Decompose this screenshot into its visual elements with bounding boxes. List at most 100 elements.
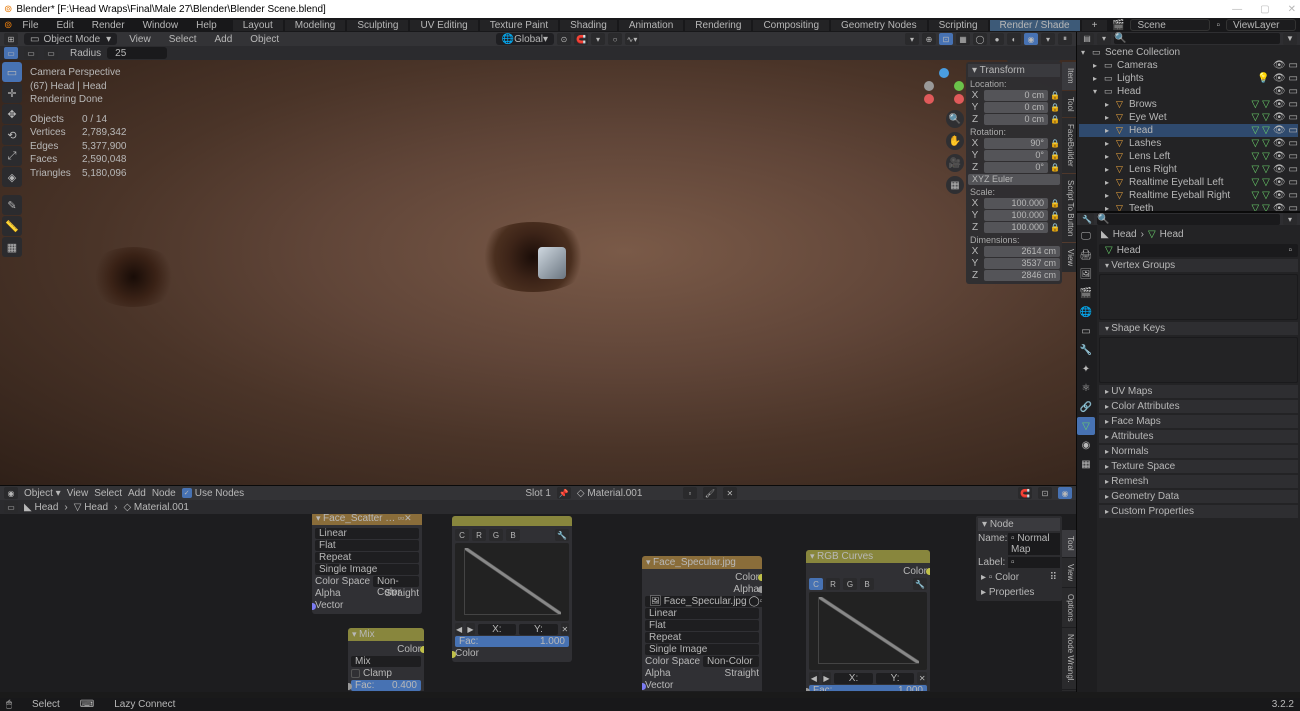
tree-item[interactable]: ▸▭Cameras👁▭ (1079, 59, 1298, 72)
ptab-world[interactable]: 🌐 (1077, 303, 1095, 321)
outliner-search[interactable]: 🔍 (1114, 33, 1280, 44)
tool-add[interactable]: ▦ (2, 237, 22, 257)
psec-normals[interactable]: Normals (1099, 445, 1298, 458)
workspace-tab[interactable]: Layout (233, 20, 283, 31)
tool-measure[interactable]: 📏 (2, 216, 22, 236)
ptab-physics[interactable]: ⚛ (1077, 379, 1095, 397)
radius-field[interactable]: 25 (107, 47, 167, 59)
workspace-tab[interactable]: Texture Paint (480, 20, 558, 31)
node-toolbar-icon[interactable]: ▭ (4, 501, 18, 513)
shading-wire-icon[interactable]: ◯ (973, 33, 987, 45)
camera-view-icon[interactable]: 🎥 (946, 154, 964, 172)
n-tab[interactable]: View (1062, 243, 1076, 272)
rotation-mode-dropdown[interactable]: XYZ Euler (968, 174, 1060, 185)
ptab-viewlayer[interactable]: 🖼 (1077, 265, 1095, 283)
node-label-field[interactable]: ▫ (1008, 557, 1060, 568)
tree-item[interactable]: ▸▽Teeth▽▽👁▭ (1079, 202, 1298, 211)
ptab-data[interactable]: ▽ (1077, 417, 1095, 435)
node-curves-small[interactable]: CRGB🔧 ◀▶X: 0.4757Y: 0.2833✕ Fac:1.000 Co… (452, 516, 572, 662)
minimize-icon[interactable]: — (1232, 4, 1242, 15)
node-menu-node[interactable]: Node (152, 488, 176, 499)
path-seg-2[interactable]: ▽ Head (74, 502, 108, 513)
workspace-tab[interactable]: Rendering (685, 20, 751, 31)
node-rgb-curves[interactable]: ▾ RGB Curves Color CRGB🔧 ◀▶X: 0.4992Y: 0… (806, 550, 930, 691)
clamp-checkbox[interactable] (351, 669, 360, 678)
pan-icon[interactable]: ✋ (946, 132, 964, 150)
snap-node-icon[interactable]: 🧲 (1018, 487, 1032, 499)
props-opt-icon[interactable]: ▾ (1283, 213, 1297, 225)
vp-menu-view[interactable]: View (123, 34, 157, 45)
workspace-tab[interactable]: Render / Shade (990, 20, 1080, 31)
node-canvas[interactable]: ▾ Face_Scatter … ▫▫✕ Linear Flat Repeat … (0, 514, 1076, 691)
workspace-tab[interactable]: Animation (619, 20, 683, 31)
workspace-tab[interactable]: Geometry Nodes (831, 20, 927, 31)
pivot-icon[interactable]: ⊙ (557, 33, 571, 45)
n-tab[interactable]: Item (1062, 62, 1076, 90)
maximize-icon[interactable]: ▢ (1260, 4, 1269, 15)
outliner-filter-icon[interactable]: ▼ (1283, 33, 1297, 45)
tool-annotate[interactable]: ✎ (2, 195, 22, 215)
3d-viewport[interactable]: Options ▾ ▭ ✛ ✥ ⟲ ⤢ ◈ ✎ 📏 ▦ Camera Persp… (0, 60, 1076, 485)
workspace-tab[interactable]: Scripting (929, 20, 988, 31)
tree-item[interactable]: ▸▽Head▽▽👁▭ (1079, 124, 1298, 137)
node-name-field[interactable]: ▫ Normal Map (1008, 533, 1060, 555)
outliner-display-icon[interactable]: ▾ (1097, 33, 1111, 45)
node-tab[interactable]: Script To Button (1062, 690, 1076, 691)
menu-edit[interactable]: Edit (49, 20, 82, 31)
psec-custom[interactable]: Custom Properties (1099, 505, 1298, 518)
tree-item[interactable]: ▸▽Brows▽▽👁▭ (1079, 98, 1298, 111)
snap-icon[interactable]: 🧲 (574, 33, 588, 45)
props-search[interactable]: 🔍 (1097, 214, 1280, 225)
pin-icon[interactable]: 📌 (557, 487, 571, 499)
node-tab[interactable]: Options (1062, 588, 1076, 628)
workspace-tab[interactable]: UV Editing (410, 20, 477, 31)
tree-item[interactable]: ▸▭Lights💡👁▭ (1079, 72, 1298, 85)
ptab-render[interactable]: 🖵 (1077, 227, 1095, 245)
tree-item[interactable]: ▸▽Lashes▽▽👁▭ (1079, 137, 1298, 150)
close-icon[interactable]: ✕ (1288, 4, 1296, 15)
ptab-modifier[interactable]: 🔧 (1077, 341, 1095, 359)
tool-transform[interactable]: ◈ (2, 167, 22, 187)
n-tab[interactable]: Script To Button (1062, 174, 1076, 242)
ptab-texture[interactable]: ▦ (1077, 455, 1095, 473)
menu-render[interactable]: Render (84, 20, 133, 31)
workspace-tab[interactable]: Shading (560, 20, 617, 31)
n-tab[interactable]: FaceBuilder (1062, 118, 1076, 173)
scene-field[interactable]: Scene (1130, 19, 1210, 31)
psec-shape-keys[interactable]: Shape Keys (1099, 322, 1298, 335)
path-seg-1[interactable]: ◣ Head (24, 502, 58, 513)
props-type-icon[interactable]: 🔧 (1080, 213, 1094, 225)
tool-scale[interactable]: ⤢ (2, 146, 22, 166)
psec-geodata[interactable]: Geometry Data (1099, 490, 1298, 503)
node-menu-view[interactable]: View (67, 488, 89, 499)
psec-attr[interactable]: Attributes (1099, 430, 1298, 443)
tool-move[interactable]: ✥ (2, 104, 22, 124)
node-tab[interactable]: Node Wrangl. (1062, 628, 1076, 689)
tree-item[interactable]: ▸▽Realtime Eyeball Right▽▽👁▭ (1079, 189, 1298, 202)
persp-ortho-icon[interactable]: ▦ (946, 176, 964, 194)
ptab-output[interactable]: 🖨 (1077, 246, 1095, 264)
mesh-name-field[interactable]: ▽Head▫ (1099, 244, 1298, 257)
snap-dd-icon[interactable]: ▾ (591, 33, 605, 45)
menu-window[interactable]: Window (135, 20, 187, 31)
shape-keys-list[interactable] (1099, 337, 1298, 383)
shading-solid-icon[interactable]: ● (990, 33, 1004, 45)
psec-vertex-groups[interactable]: Vertex Groups (1099, 259, 1298, 272)
nav-gizmo[interactable] (922, 68, 966, 107)
select-mode-1-icon[interactable]: ▭ (4, 47, 18, 59)
ptab-scene[interactable]: 🎬 (1077, 284, 1095, 302)
proportional-dd-icon[interactable]: ∿▾ (625, 33, 639, 45)
tool-select-box[interactable]: ▭ (2, 62, 22, 82)
pause-render-icon[interactable]: ⏸ (1058, 33, 1072, 45)
tree-item[interactable]: ▸▽Lens Right▽▽👁▭ (1079, 163, 1298, 176)
ptab-constraint[interactable]: 🔗 (1077, 398, 1095, 416)
curve-widget[interactable] (455, 543, 569, 621)
transform-panel-header[interactable]: ▾ Transform (968, 64, 1060, 77)
tree-item[interactable]: ▸▽Realtime Eyeball Left▽▽👁▭ (1079, 176, 1298, 189)
overlay-toggle-icon[interactable]: ⊡ (939, 33, 953, 45)
tree-item[interactable]: ▸▽Eye Wet▽▽👁▭ (1079, 111, 1298, 124)
shading-matprev-icon[interactable]: ◐ (1007, 33, 1021, 45)
workspace-tab[interactable]: Sculpting (347, 20, 408, 31)
outliner-tree[interactable]: ▾▭Scene Collection▸▭Cameras👁▭▸▭Lights💡👁▭… (1077, 45, 1300, 211)
workspace-tab[interactable]: + (1082, 20, 1108, 31)
